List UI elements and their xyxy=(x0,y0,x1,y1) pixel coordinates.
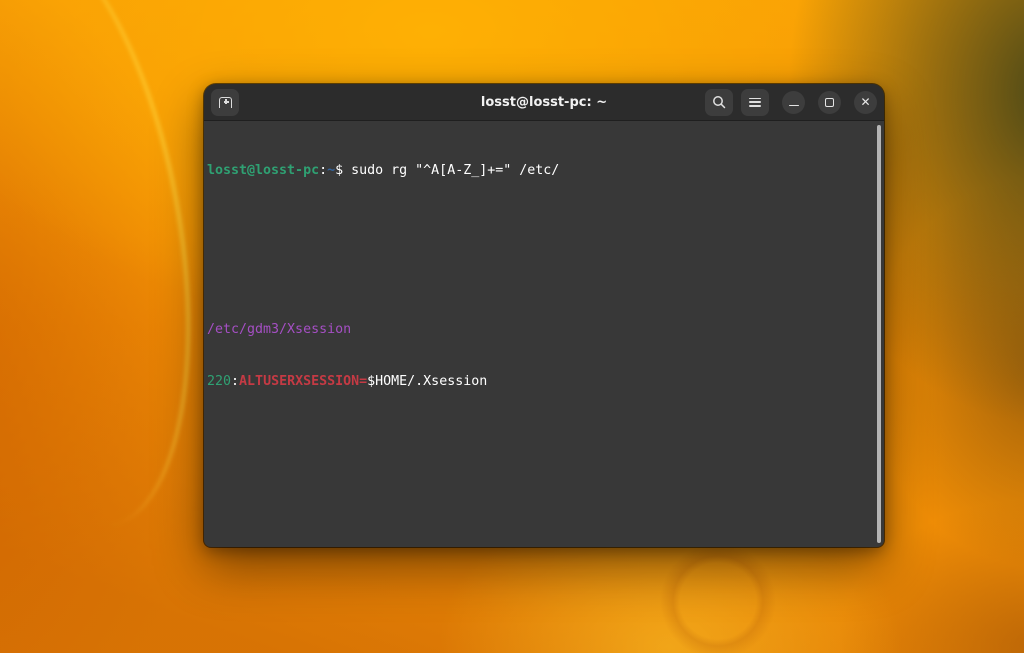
prompt-cwd: ~ xyxy=(327,163,336,179)
close-icon: ✕ xyxy=(860,95,871,109)
search-button[interactable] xyxy=(705,88,733,116)
minimize-button[interactable] xyxy=(782,90,805,114)
new-tab-button[interactable] xyxy=(211,88,239,116)
terminal-scrollbar[interactable] xyxy=(877,125,881,543)
rg-file-path-line: /etc/gdm3/Xsession xyxy=(207,321,870,339)
hamburger-menu-icon xyxy=(749,97,761,107)
rg-results: /etc/gdm3/Xsession 220:ALTUSERXSESSION=$… xyxy=(207,250,870,547)
command-text: sudo rg "^A[A-Z_]+=" /etc/ xyxy=(351,163,560,179)
rg-match-line: 220:ALTUSERXSESSION=$HOME/.Xsession xyxy=(207,373,870,391)
prompt-colon: : xyxy=(319,163,328,179)
maximize-icon xyxy=(825,97,834,107)
rg-result-block: /etc/init.d/apache-htcacheclean 24:APACH… xyxy=(207,532,870,547)
variable-value: $HOME/.Xsession xyxy=(367,374,488,390)
terminal-window: losst@losst-pc: ~ ✕ losst@losst-pc:~$ su… xyxy=(204,84,884,547)
line-number-separator: : xyxy=(231,374,240,390)
terminal-content[interactable]: losst@losst-pc:~$ sudo rg "^A[A-Z_]+=" /… xyxy=(204,121,884,547)
search-icon xyxy=(713,96,726,109)
menu-button[interactable] xyxy=(741,88,769,116)
minimize-icon xyxy=(788,104,799,107)
prompt-user-host: losst@losst-pc xyxy=(207,163,320,179)
new-tab-icon xyxy=(218,96,232,108)
file-path: /etc/gdm3/Xsession xyxy=(207,321,352,337)
prompt-line: losst@losst-pc:~$ sudo rg "^A[A-Z_]+=" /… xyxy=(207,162,870,180)
line-number: 220 xyxy=(207,374,232,390)
maximize-button[interactable] xyxy=(818,90,841,114)
flower-petal-edge-highlight xyxy=(0,0,222,545)
close-button[interactable]: ✕ xyxy=(854,90,877,114)
rg-result-block: /etc/gdm3/Xsession 220:ALTUSERXSESSION=$… xyxy=(207,285,870,479)
terminal-titlebar[interactable]: losst@losst-pc: ~ ✕ xyxy=(204,84,884,121)
prompt-dollar: $ xyxy=(335,163,352,179)
matched-variable: ALTUSERXSESSION= xyxy=(239,374,368,390)
desktop-wallpaper: losst@losst-pc: ~ ✕ losst@losst-pc:~$ su… xyxy=(0,0,1024,653)
